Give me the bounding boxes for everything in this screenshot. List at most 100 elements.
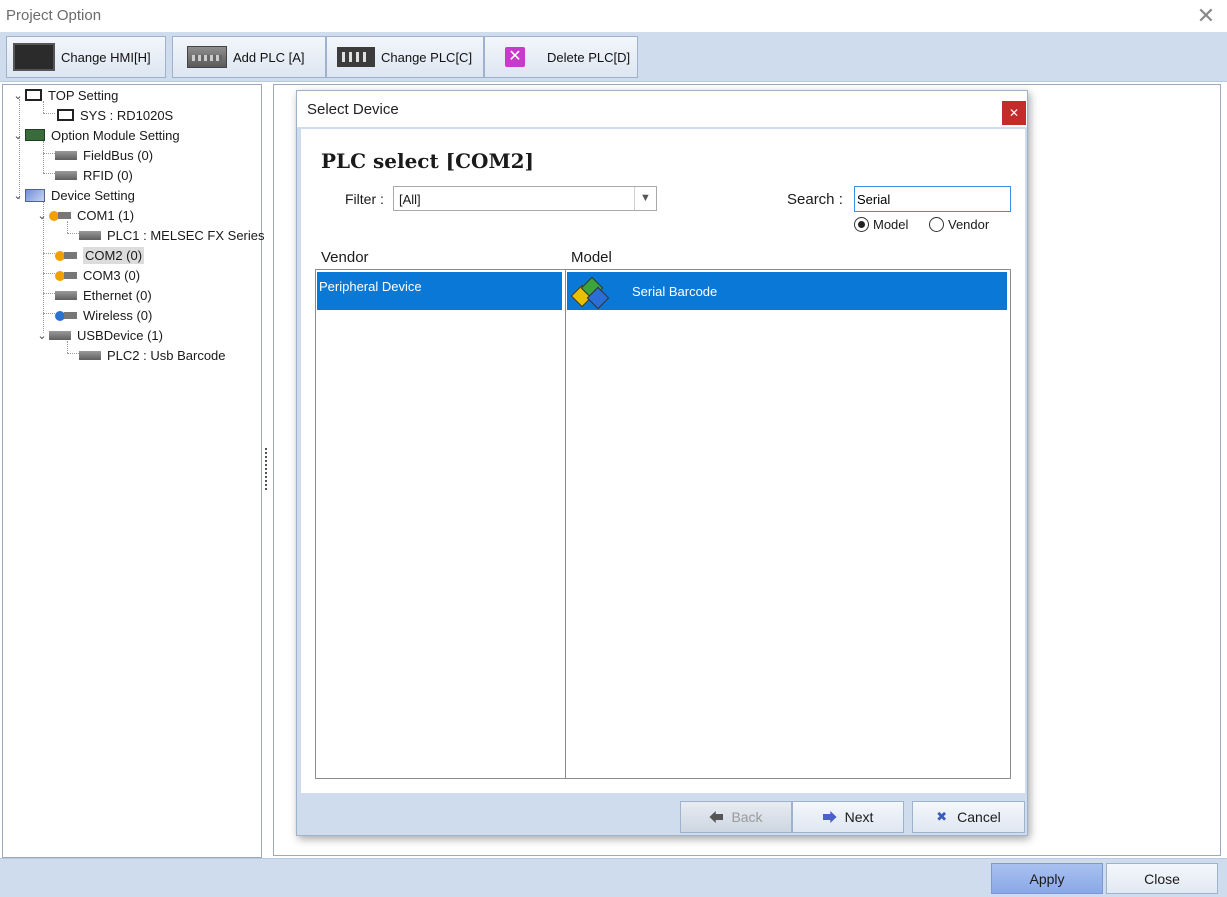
tree-node-sys[interactable]: SYS : RD1020S (57, 105, 173, 125)
vendor-list-item[interactable]: Peripheral Device (317, 272, 562, 310)
window-close-icon[interactable]: ✕ (1192, 2, 1220, 30)
monitor-icon (57, 109, 74, 121)
tree-label: COM3 (0) (83, 267, 141, 283)
radio-vendor-label: Vendor (948, 217, 990, 232)
tree-node-option-module[interactable]: ⌄ Option Module Setting (11, 125, 180, 145)
change-plc-button[interactable]: Change PLC[C] (326, 36, 484, 78)
window-title: Project Option (6, 7, 102, 24)
window-titlebar: Project Option ✕ (0, 0, 1227, 32)
usb-device-icon (49, 330, 71, 340)
model-list[interactable]: Serial Barcode (565, 269, 1011, 779)
com-port-icon (49, 210, 71, 221)
tree-node-usbdevice[interactable]: ⌄ USBDevice (1) (35, 325, 163, 345)
close-button[interactable]: Close (1106, 863, 1218, 894)
tree-node-fieldbus[interactable]: FieldBus (0) (55, 145, 153, 165)
back-button[interactable]: Back (680, 801, 792, 833)
radio-unselected-icon[interactable] (929, 217, 944, 232)
tree-label: COM1 (1) (77, 207, 135, 223)
tree-label: USBDevice (1) (77, 327, 163, 343)
tree-label: FieldBus (0) (83, 147, 154, 163)
tree-label: Option Module Setting (51, 127, 180, 143)
cancel-button[interactable]: ✖ Cancel (912, 801, 1025, 833)
vendor-header: Vendor (321, 249, 369, 266)
monitor-icon (25, 89, 42, 101)
toolbar: Change HMI[H] Add PLC [A] Change PLC[C] … (0, 32, 1227, 82)
apply-label: Apply (1029, 870, 1065, 887)
chevron-down-icon[interactable]: ⌄ (11, 189, 25, 202)
plc-icon (79, 230, 101, 240)
chevron-down-icon[interactable]: ▼ (634, 187, 656, 210)
tree-node-rfid[interactable]: RFID (0) (55, 165, 133, 185)
tree-node-device-setting[interactable]: ⌄ Device Setting (11, 185, 135, 205)
add-plc-button[interactable]: Add PLC [A] (172, 36, 326, 78)
change-hmi-button[interactable]: Change HMI[H] (6, 36, 166, 78)
tree-label: PLC1 : MELSEC FX Series (107, 227, 265, 243)
tree-label: RFID (0) (83, 167, 133, 183)
device-box-icon (55, 150, 77, 160)
model-name: Serial Barcode (632, 283, 718, 299)
wireless-icon (55, 310, 77, 321)
chevron-down-icon[interactable]: ⌄ (35, 329, 49, 342)
change-hmi-label: Change HMI[H] (61, 49, 151, 65)
tree-label: Wireless (0) (83, 307, 153, 323)
tree-label: Ethernet (0) (83, 287, 152, 303)
cancel-label: Cancel (957, 809, 1001, 825)
close-label: Close (1144, 870, 1180, 887)
chevron-down-icon[interactable]: ⌄ (11, 129, 25, 142)
filter-select[interactable]: [All] ▼ (393, 186, 657, 211)
chevron-down-icon[interactable]: ⌄ (11, 89, 25, 102)
apply-button[interactable]: Apply (991, 863, 1103, 894)
module-icon (25, 129, 45, 141)
panel-splitter[interactable] (265, 448, 268, 490)
tree-label: SYS : RD1020S (80, 107, 174, 123)
back-label: Back (731, 809, 763, 825)
delete-plc-label: Delete PLC[D] (547, 49, 631, 65)
tree-node-wireless[interactable]: Wireless (0) (55, 305, 152, 325)
cubes-icon (570, 274, 610, 310)
model-header: Model (571, 249, 612, 266)
plc-icon (79, 350, 101, 360)
dialog-titlebar: Select Device ✕ (297, 91, 1027, 127)
tree-node-plc2[interactable]: PLC2 : Usb Barcode (79, 345, 226, 365)
filter-label: Filter : (345, 191, 384, 207)
tree-node-plc1[interactable]: PLC1 : MELSEC FX Series (79, 225, 265, 245)
tree-label: COM2 (0) (83, 246, 145, 264)
bottom-bar: Apply Close (0, 858, 1227, 897)
dialog-heading: PLC select [COM2] (321, 149, 534, 173)
ethernet-icon (55, 290, 77, 300)
next-label: Next (844, 809, 874, 825)
tree-node-com3[interactable]: COM3 (0) (55, 265, 140, 285)
radio-model-label: Model (873, 217, 909, 232)
chevron-down-icon[interactable]: ⌄ (35, 209, 49, 222)
delete-plc-button[interactable]: ✕ Delete PLC[D] (484, 36, 638, 78)
close-icon[interactable]: ✕ (1002, 101, 1026, 125)
search-label: Search : (787, 191, 843, 208)
device-box-icon (55, 170, 77, 180)
radio-model[interactable]: Model (854, 217, 908, 232)
cancel-icon: ✖ (936, 809, 948, 824)
tree-node-com2[interactable]: COM2 (0) (55, 245, 145, 265)
dialog-body: PLC select [COM2] Filter : [All] ▼ Searc… (301, 129, 1025, 793)
arrow-right-icon (822, 811, 837, 823)
radio-vendor[interactable]: Vendor (929, 217, 989, 232)
tree-node-com1[interactable]: ⌄ COM1 (1) (35, 205, 134, 225)
add-plc-label: Add PLC [A] (233, 49, 305, 65)
com-port-icon (55, 250, 77, 261)
model-list-item[interactable]: Serial Barcode (567, 272, 1007, 310)
plc-icon (187, 46, 227, 68)
select-device-dialog: Select Device ✕ PLC select [COM2] Filter… (296, 90, 1028, 836)
next-button[interactable]: Next (792, 801, 904, 833)
search-input[interactable] (854, 186, 1011, 212)
tree-node-ethernet[interactable]: Ethernet (0) (55, 285, 152, 305)
vendor-list[interactable]: Peripheral Device (315, 269, 566, 779)
com-port-icon (55, 270, 77, 281)
tree-label: Device Setting (51, 187, 135, 203)
hmi-icon (13, 43, 55, 71)
dialog-footer: Back Next ✖ Cancel (297, 795, 1027, 835)
device-setting-icon (25, 188, 45, 202)
change-plc-icon (337, 47, 375, 67)
tree-node-top-setting[interactable]: ⌄ TOP Setting (11, 85, 118, 105)
radio-selected-icon[interactable] (854, 217, 869, 232)
dialog-title: Select Device (307, 101, 399, 118)
delete-icon: ✕ (505, 47, 525, 67)
